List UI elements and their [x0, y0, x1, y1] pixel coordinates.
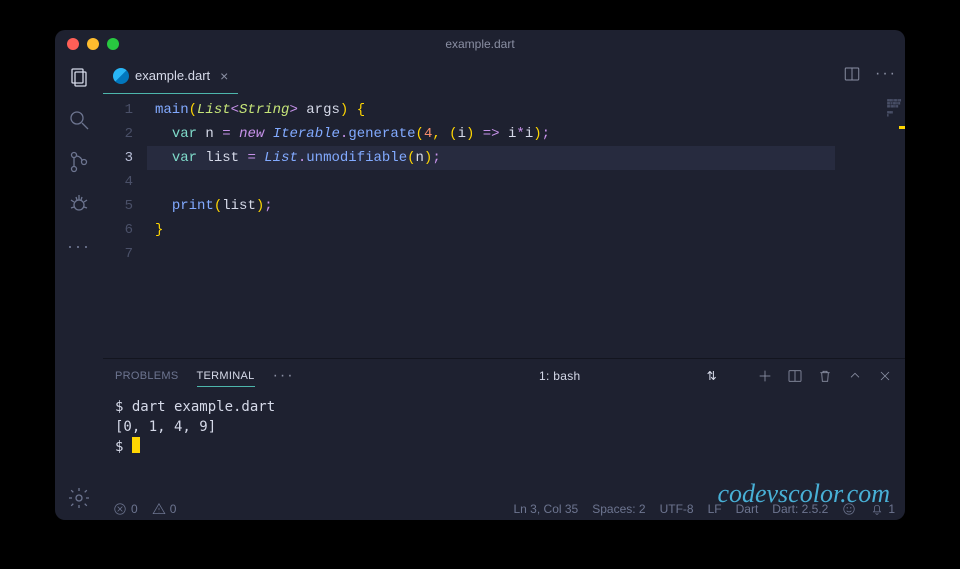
debug-icon[interactable] — [67, 192, 91, 216]
status-feedback-icon[interactable] — [842, 502, 856, 516]
status-spaces[interactable]: Spaces: 2 — [592, 502, 645, 516]
settings-gear-icon[interactable] — [67, 486, 91, 510]
status-notifications[interactable]: 1 — [870, 502, 895, 516]
window-controls — [67, 38, 119, 50]
tab-example-dart[interactable]: example.dart × — [103, 58, 238, 94]
status-sdk[interactable]: Dart: 2.5.2 — [772, 502, 828, 516]
editor-tabs: example.dart × ··· — [103, 58, 905, 94]
dart-file-icon — [113, 68, 129, 84]
close-tab-icon[interactable]: × — [220, 68, 228, 84]
chevron-updown-icon: ⇅ — [707, 369, 717, 383]
search-icon[interactable] — [67, 108, 91, 132]
minimize-window-button[interactable] — [87, 38, 99, 50]
code-content: main(List<String> args) { var n = new It… — [147, 98, 835, 354]
terminal-output[interactable]: $ dart example.dart[0, 1, 4, 9]$ — [103, 393, 905, 498]
more-icon[interactable]: ··· — [67, 234, 91, 258]
close-panel-icon[interactable] — [877, 368, 893, 384]
close-window-button[interactable] — [67, 38, 79, 50]
explorer-icon[interactable] — [67, 66, 91, 90]
maximize-window-button[interactable] — [107, 38, 119, 50]
window-title: example.dart — [55, 37, 905, 51]
split-editor-icon[interactable] — [843, 65, 861, 88]
tab-problems[interactable]: PROBLEMS — [115, 366, 179, 386]
status-warnings[interactable]: 0 — [152, 502, 177, 516]
kill-terminal-icon[interactable] — [817, 368, 833, 384]
terminal-select[interactable]: 1: bash ⇅ — [533, 367, 723, 385]
status-errors[interactable]: 0 — [113, 502, 138, 516]
vscode-window: example.dart ··· example.dart × — [55, 30, 905, 520]
split-terminal-icon[interactable] — [787, 368, 803, 384]
status-encoding[interactable]: UTF-8 — [660, 502, 694, 516]
panel-more-icon[interactable]: ··· — [273, 367, 295, 385]
tab-label: example.dart — [135, 68, 210, 83]
bottom-panel: PROBLEMS TERMINAL ··· 1: bash ⇅ — [103, 358, 905, 498]
activity-bar: ··· — [55, 58, 103, 520]
status-lncol[interactable]: Ln 3, Col 35 — [514, 502, 579, 516]
status-lang[interactable]: Dart — [736, 502, 759, 516]
maximize-panel-icon[interactable] — [847, 368, 863, 384]
source-control-icon[interactable] — [67, 150, 91, 174]
new-terminal-icon[interactable] — [757, 368, 773, 384]
titlebar: example.dart — [55, 30, 905, 58]
tab-terminal[interactable]: TERMINAL — [197, 366, 255, 387]
status-bar: 0 0 Ln 3, Col 35 Spaces: 2 UTF-8 LF Dart… — [103, 498, 905, 520]
line-numbers: 1234567 — [103, 98, 147, 354]
code-editor[interactable]: 1234567 main(List<String> args) { var n … — [103, 94, 835, 358]
status-eol[interactable]: LF — [708, 502, 722, 516]
editor-more-icon[interactable]: ··· — [875, 65, 897, 88]
minimap[interactable]: ████ ███ ████ █ ███ ████ ███ ███████ — [835, 94, 905, 358]
